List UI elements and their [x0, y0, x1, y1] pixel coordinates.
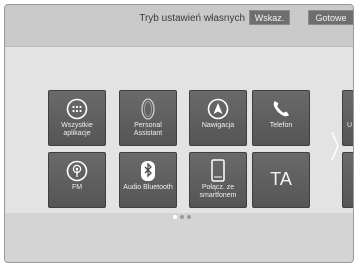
- navigation-icon: [190, 96, 246, 122]
- screen-frame: Tryb ustawień własnych Wskaz. Gotowe Wsz…: [4, 4, 354, 263]
- tile-label: Nawigacja: [201, 122, 235, 129]
- tile-label: TA: [270, 169, 292, 189]
- tile-fm[interactable]: FM: [48, 152, 106, 208]
- phone-icon: [253, 96, 309, 122]
- tile-phone[interactable]: Telefon: [252, 90, 310, 146]
- tile-label: Personal Assistant: [133, 122, 163, 137]
- page-indicator: [173, 215, 193, 221]
- tile-audio-bluetooth[interactable]: Audio Bluetooth: [119, 152, 177, 208]
- tile-personal-assistant[interactable]: Personal Assistant: [119, 90, 177, 146]
- tile-next-partial-2[interactable]: [342, 152, 353, 208]
- header-band: [5, 5, 353, 47]
- bluetooth-icon: [120, 158, 176, 184]
- tile-label: U: [347, 122, 353, 129]
- tile-next-partial[interactable]: U: [342, 90, 353, 146]
- page-dot: [180, 215, 184, 219]
- tile-all-apps[interactable]: Wszystkie aplikacje: [48, 90, 106, 146]
- fm-radio-icon: [49, 158, 105, 184]
- show-button[interactable]: Wskaz.: [249, 10, 290, 25]
- all-apps-icon: [49, 96, 105, 122]
- page-dot: [187, 215, 191, 219]
- tile-label: Audio Bluetooth: [123, 184, 173, 191]
- tile-smartphone-connect[interactable]: Połącz. ze smartfonem: [189, 152, 247, 208]
- smartphone-icon: [190, 158, 246, 184]
- tile-label: Wszystkie aplikacje: [61, 122, 93, 137]
- tile-label: Połącz. ze smartfonem: [199, 184, 237, 199]
- tile-label: Telefon: [269, 122, 293, 129]
- assistant-icon: [120, 96, 176, 122]
- tile-navigation[interactable]: Nawigacja: [189, 90, 247, 146]
- done-button[interactable]: Gotowe: [308, 10, 353, 25]
- page-dot-active: [173, 215, 177, 219]
- tile-label: FM: [71, 184, 83, 191]
- tile-ta[interactable]: TA: [252, 152, 310, 208]
- page-title: Tryb ustawień własnych: [139, 13, 245, 24]
- chevron-right-icon[interactable]: [331, 131, 339, 161]
